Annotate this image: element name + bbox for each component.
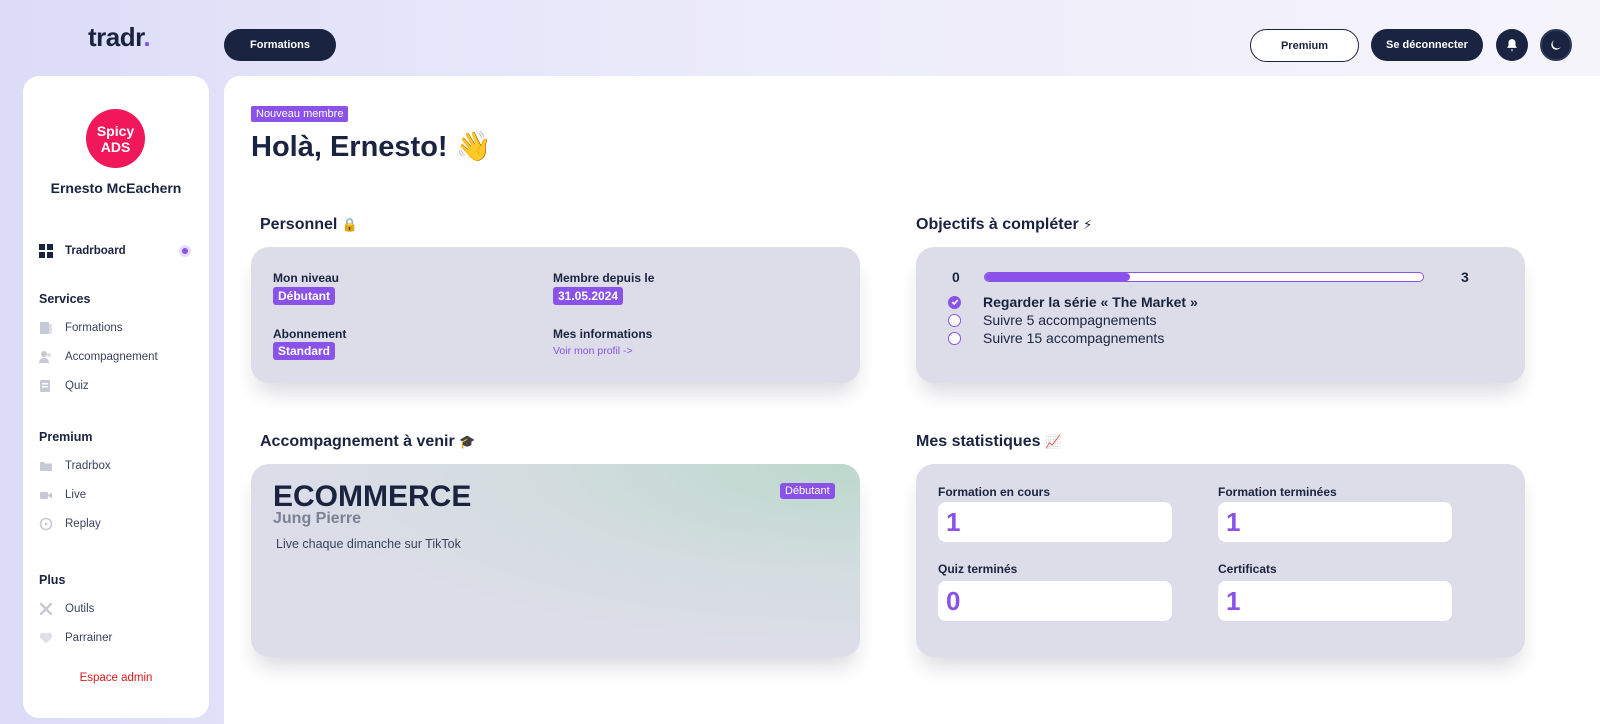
sidebar-item-label: Outils — [65, 603, 95, 615]
sidebar-item-accompagnement[interactable]: Accompagnement — [39, 350, 158, 364]
subscription-badge: Standard — [273, 342, 336, 360]
sidebar-item-label: Replay — [65, 518, 101, 530]
stats-title: Mes statistiques 📈 — [916, 433, 1062, 450]
sidebar-item-formations[interactable]: Formations — [39, 321, 123, 335]
view-profile-link[interactable]: Voir mon profil -> — [553, 345, 633, 357]
sidebar-item-label: Formations — [65, 322, 123, 334]
coaching-card[interactable]: ECOMMERCE Jung Pierre Live chaque dimanc… — [251, 464, 860, 657]
objectives-progress-fill — [985, 273, 1130, 281]
stat-label-formation-terminees: Formation terminées — [1218, 485, 1337, 499]
avatar[interactable]: Spicy ADS — [86, 109, 145, 168]
objective-item: Regarder la série « The Market » — [948, 294, 1198, 310]
sidebar-item-parrainer[interactable]: Parrainer — [39, 631, 112, 645]
sidebar-item-replay[interactable]: Replay — [39, 517, 101, 531]
personnel-card: Mon niveau Débutant Membre depuis le 31.… — [251, 247, 860, 383]
member-since-value: 31.05.2024 — [553, 287, 624, 305]
stat-label-certificats: Certificats — [1218, 562, 1277, 576]
main-content: Nouveau membre Holà, Ernesto! 👋 Personne… — [224, 76, 1600, 724]
empty-circle-icon — [948, 331, 961, 345]
chart-up-icon: 📈 — [1044, 434, 1062, 449]
level-badge: Débutant — [273, 287, 335, 305]
page-title: Holà, Ernesto! 👋 — [251, 131, 492, 163]
objectives-card: 0 3 Regarder la série « The Market » Sui… — [916, 247, 1525, 383]
sidebar-item-label: Parrainer — [65, 632, 113, 644]
member-badge: Nouveau membre — [251, 104, 349, 122]
coaching-name: ECOMMERCE — [273, 480, 472, 513]
info-label: Mes informations — [553, 327, 653, 341]
sidebar-item-label: Live — [65, 489, 87, 501]
coaching-level-badge: Débutant — [780, 483, 835, 499]
sidebar-item-quiz[interactable]: Quiz — [39, 379, 89, 393]
lock-icon: 🔒 — [341, 217, 358, 232]
personnel-title: Personnel 🔒 — [260, 216, 358, 233]
sidebar-item-live[interactable]: Live — [39, 488, 86, 502]
users-icon — [39, 350, 53, 364]
logout-button[interactable]: Se déconnecter — [1371, 29, 1483, 61]
video-camera-icon — [39, 488, 53, 502]
stat-label-formation-en-cours: Formation en cours — [938, 485, 1051, 499]
user-name: Ernesto McEachern — [50, 180, 182, 196]
objective-item: Suivre 5 accompagnements — [948, 312, 1157, 328]
active-indicator — [182, 248, 188, 254]
stat-value-formation-en-cours: 1 — [938, 502, 1172, 542]
formations-nav-button[interactable]: Formations — [224, 29, 336, 61]
progress-max: 3 — [1461, 269, 1469, 285]
sidebar-item-label: Tradrboard — [65, 245, 126, 257]
sidebar: Spicy ADS Ernesto McEachern Tradrboard S… — [23, 76, 209, 718]
book-icon — [39, 321, 53, 335]
stats-card: Formation en cours 1 Formation terminées… — [916, 464, 1525, 657]
folder-icon — [39, 459, 53, 473]
app-logo[interactable]: tradr. — [88, 22, 151, 53]
premium-button[interactable]: Premium — [1250, 29, 1359, 62]
theme-toggle-button[interactable] — [1540, 29, 1572, 61]
sidebar-item-outils[interactable]: Outils — [39, 602, 94, 616]
sidebar-item-label: Accompagnement — [65, 351, 158, 363]
section-plus: Plus — [39, 573, 66, 587]
stat-value-certificats: 1 — [1218, 581, 1452, 621]
objective-item: Suivre 15 accompagnements — [948, 330, 1164, 346]
heart-icon — [39, 631, 53, 645]
sidebar-item-tradrboard[interactable]: Tradrboard — [39, 244, 126, 258]
graduation-cap-icon: 🎓 — [459, 434, 476, 449]
section-premium: Premium — [39, 430, 93, 444]
notifications-button[interactable] — [1496, 29, 1528, 61]
moon-icon — [1551, 40, 1561, 50]
empty-circle-icon — [948, 313, 961, 327]
quiz-icon — [39, 379, 53, 393]
section-services: Services — [39, 292, 91, 306]
admin-space-link[interactable]: Espace admin — [23, 672, 209, 684]
stat-value-quiz-termines: 0 — [938, 581, 1172, 621]
wave-icon: 👋 — [455, 131, 492, 163]
sidebar-item-label: Tradrbox — [65, 460, 111, 472]
sidebar-item-tradrbox[interactable]: Tradrbox — [39, 459, 111, 473]
member-since-label: Membre depuis le — [553, 271, 655, 285]
sidebar-item-label: Quiz — [65, 380, 89, 392]
coaching-title: Accompagnement à venir 🎓 — [260, 433, 476, 450]
objectives-progress-bar — [984, 272, 1424, 282]
check-circle-icon — [948, 295, 961, 309]
level-label: Mon niveau — [273, 271, 340, 285]
subscription-label: Abonnement — [273, 327, 347, 341]
bell-icon — [1507, 39, 1517, 51]
avatar-line-1: Spicy — [96, 122, 135, 139]
stat-value-formation-terminees: 1 — [1218, 502, 1452, 542]
replay-icon — [39, 517, 53, 531]
coaching-coach: Jung Pierre — [273, 510, 362, 527]
objectives-title: Objectifs à compléter ⚡ — [916, 216, 1093, 233]
progress-min: 0 — [952, 269, 960, 285]
stat-label-quiz-termines: Quiz terminés — [938, 562, 1018, 576]
lightning-icon: ⚡ — [1083, 217, 1093, 232]
coaching-description: Live chaque dimanche sur TikTok — [276, 537, 461, 551]
tools-icon — [39, 602, 53, 616]
avatar-line-2: ADS — [100, 138, 131, 155]
dashboard-icon — [39, 244, 53, 258]
